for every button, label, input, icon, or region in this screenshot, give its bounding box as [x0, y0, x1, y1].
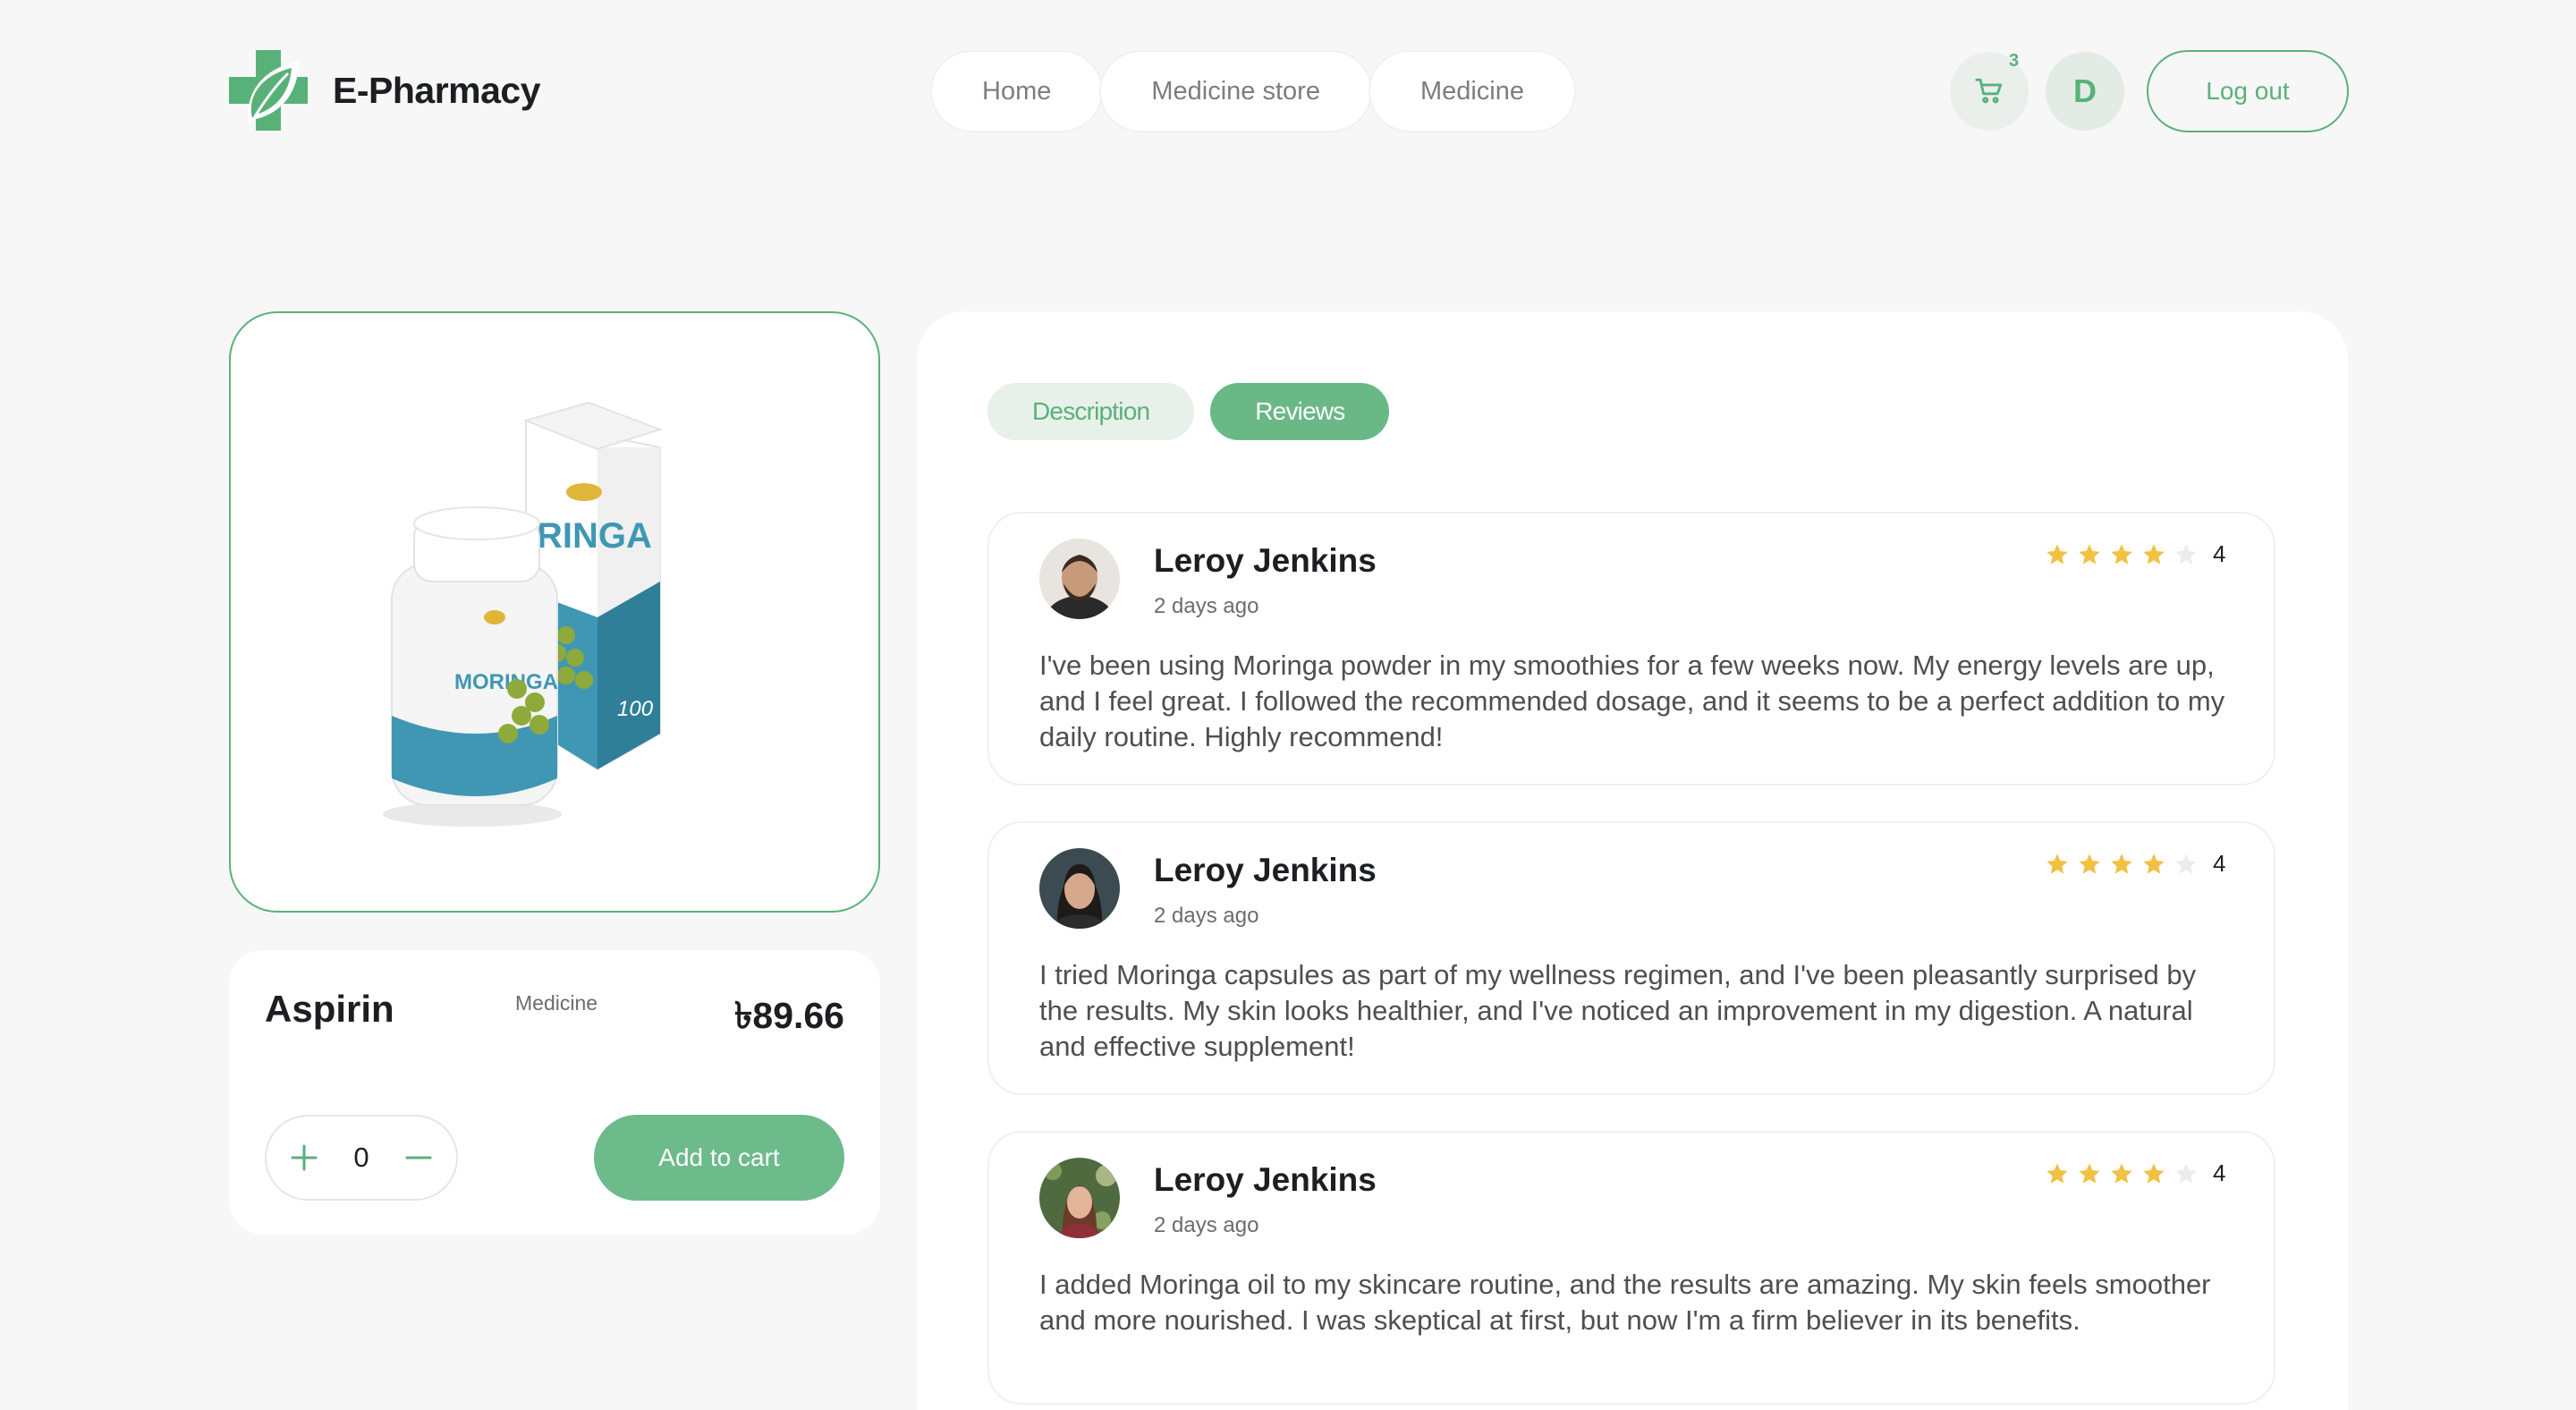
- star-icon: [2111, 853, 2132, 874]
- reviewer-avatar: [1039, 539, 1120, 619]
- star-rating: 4: [2045, 540, 2225, 568]
- product-image-card: RINGA 100 MORINGA: [229, 311, 880, 913]
- rating-value: 4: [2213, 1159, 2226, 1186]
- star-icon: [2046, 1162, 2068, 1184]
- details-panel: Description Reviews Leroy Jenkins 2 days…: [917, 311, 2348, 1410]
- detail-tabs: Description Reviews: [987, 383, 1405, 440]
- star-icon: [2111, 543, 2132, 565]
- svg-text:MORINGA: MORINGA: [454, 670, 558, 694]
- tab-description[interactable]: Description: [987, 383, 1195, 440]
- plus-icon: [291, 1144, 318, 1171]
- brand-name: E-Pharmacy: [333, 69, 541, 111]
- product-page: E-Pharmacy Home Medicine store Medicine …: [0, 0, 2576, 1410]
- review-date: 2 days ago: [1154, 1213, 1259, 1237]
- review-card: Leroy Jenkins 2 days ago 4 I've been usi…: [987, 512, 2275, 786]
- star-icon: [2046, 853, 2068, 874]
- reviewer-photo: [1039, 539, 1120, 619]
- quantity-stepper: 0: [265, 1115, 458, 1201]
- review-date: 2 days ago: [1154, 904, 1259, 928]
- quantity-value: 0: [353, 1142, 369, 1173]
- reviewer-photo: [1039, 848, 1120, 929]
- review-text: I tried Moringa capsules as part of my w…: [1039, 959, 2197, 1062]
- product-price: ৳89.66: [733, 995, 844, 1036]
- star-icon: [2111, 1162, 2132, 1184]
- moringa-capsules-product-image: RINGA 100 MORINGA: [383, 401, 664, 827]
- header: E-Pharmacy Home Medicine store Medicine …: [0, 0, 2576, 183]
- cart-count-badge: 3: [2009, 51, 2020, 71]
- star-icon: [2046, 543, 2068, 565]
- nav-medicine[interactable]: Medicine: [1368, 50, 1577, 132]
- review-card: Leroy Jenkins 2 days ago 4 I added Morin…: [987, 1131, 2275, 1405]
- star-icon: [2079, 853, 2100, 874]
- rating-value: 4: [2213, 850, 2226, 877]
- svg-text:100: 100: [617, 697, 654, 721]
- minus-icon: [405, 1156, 432, 1159]
- main-nav: Home Medicine store Medicine: [930, 50, 1577, 132]
- product-info-card: Aspirin Medicine ৳89.66 0 Add to cart: [229, 950, 880, 1235]
- add-to-cart-button[interactable]: Add to cart: [594, 1115, 844, 1201]
- star-rating: 4: [2045, 1159, 2225, 1187]
- svg-text:RINGA: RINGA: [537, 516, 652, 556]
- review-card: Leroy Jenkins 2 days ago 4 I tried Morin…: [987, 821, 2275, 1095]
- reviewer-avatar: [1039, 1158, 1120, 1238]
- tab-reviews[interactable]: Reviews: [1210, 383, 1390, 440]
- increase-quantity-button[interactable]: [286, 1140, 322, 1176]
- review-text: I've been using Moringa powder in my smo…: [1039, 650, 2225, 752]
- logout-button[interactable]: Log out: [2147, 50, 2349, 132]
- star-icon: [2143, 543, 2165, 565]
- star-icon: [2175, 853, 2197, 874]
- review-date: 2 days ago: [1154, 594, 1259, 618]
- product-category: Medicine: [515, 991, 598, 1015]
- nav-medicine-store[interactable]: Medicine store: [1099, 50, 1372, 132]
- reviewer-name: Leroy Jenkins: [1154, 542, 1377, 579]
- star-icon: [2143, 853, 2165, 874]
- rating-value: 4: [2213, 540, 2226, 567]
- reviewer-avatar: [1039, 848, 1120, 929]
- star-icon: [2079, 543, 2100, 565]
- reviewer-name: Leroy Jenkins: [1154, 1161, 1377, 1198]
- user-avatar[interactable]: D: [2046, 52, 2124, 131]
- logo[interactable]: E-Pharmacy: [229, 50, 541, 131]
- cart-icon: [1975, 78, 2003, 104]
- star-icon: [2079, 1162, 2100, 1184]
- reviewer-photo: [1039, 1158, 1120, 1238]
- nav-home[interactable]: Home: [930, 50, 1104, 132]
- review-text: I added Moringa oil to my skincare routi…: [1039, 1269, 2211, 1336]
- leaf-cross-logo-icon: [229, 50, 308, 131]
- star-icon: [2175, 1162, 2197, 1184]
- star-icon: [2175, 543, 2197, 565]
- reviewer-name: Leroy Jenkins: [1154, 852, 1377, 888]
- star-icon: [2143, 1162, 2165, 1184]
- decrease-quantity-button[interactable]: [401, 1140, 436, 1176]
- product-name: Aspirin: [265, 988, 394, 1030]
- star-rating: 4: [2045, 850, 2225, 878]
